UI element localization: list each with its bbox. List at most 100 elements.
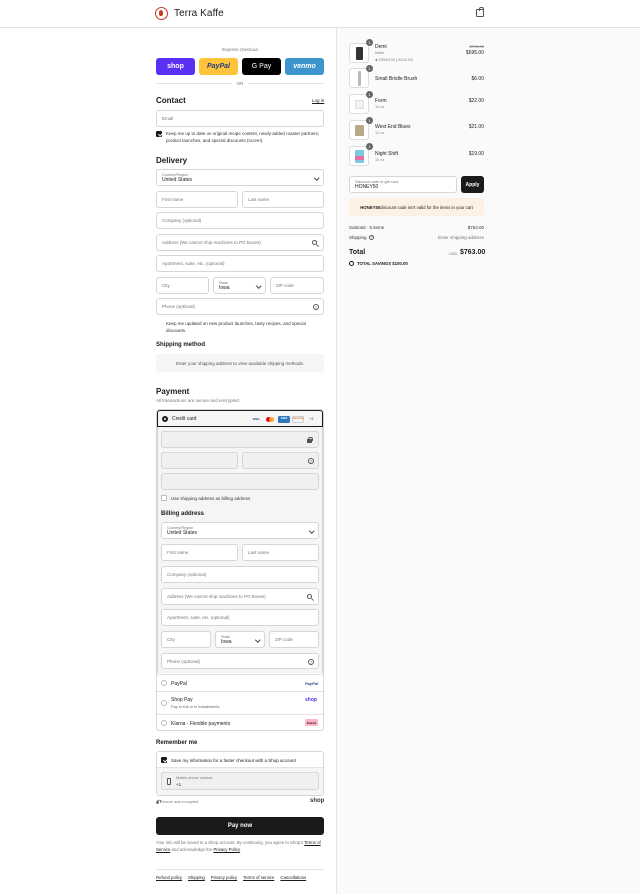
cancellations-link[interactable]: Cancellations: [280, 875, 306, 880]
credit-card-option[interactable]: Credit card VISA AMEX DISCOVER +4: [157, 410, 323, 427]
billing-phone-field[interactable]: Phone (optional)?: [161, 653, 319, 669]
divider: [156, 83, 232, 84]
shop-footer-logo-icon: shop: [310, 798, 325, 804]
email-field[interactable]: Email: [156, 110, 324, 127]
billing-address-heading: Billing address: [161, 511, 205, 517]
item-variant: 10 oz: [375, 105, 385, 109]
paypal-radio[interactable]: [161, 680, 167, 686]
apply-discount-button[interactable]: Apply: [461, 176, 484, 193]
product-thumbnail: [349, 43, 369, 63]
help-icon[interactable]: ?: [308, 458, 314, 464]
first-name-field[interactable]: First name: [156, 191, 238, 208]
privacy-policy-link[interactable]: Privacy policy: [211, 875, 237, 880]
billing-first-name-field[interactable]: First name: [161, 544, 238, 561]
klarna-logo-icon: Klarna: [305, 719, 318, 726]
name-on-card-field[interactable]: [161, 473, 319, 490]
shop-pay-option[interactable]: Shop Pay Pay in full or in installments …: [157, 691, 323, 714]
item-price: $22.00: [468, 98, 484, 104]
brand-logo-icon[interactable]: [155, 7, 168, 20]
item-price: $19.00: [468, 151, 484, 157]
save-info-row: Save my information for a faster checkou…: [157, 752, 323, 768]
marketing-text: Keep me up to date on original recipe co…: [166, 131, 320, 143]
subtotal-value: $763.00: [467, 225, 484, 230]
legal-text: Your info will be saved to a Shop accoun…: [156, 840, 321, 852]
billing-city-field[interactable]: City: [161, 631, 211, 648]
product-thumbnail: [349, 146, 369, 166]
company-field[interactable]: Company (optional): [156, 212, 324, 229]
item-name: West End Blues: [375, 124, 411, 130]
billing-country-select[interactable]: Country/Region United States: [161, 522, 319, 539]
shipping-label: Shipping: [349, 235, 367, 240]
shipping-notice: Enter your shipping address to view avai…: [156, 354, 324, 372]
shipping-value: Enter shipping address: [437, 235, 484, 240]
secure-text: Secure and encrypted: [161, 800, 199, 804]
country-select[interactable]: Country/Region United States: [156, 169, 324, 186]
contact-heading: Contact: [156, 96, 186, 105]
zip-field[interactable]: ZIP code: [270, 277, 324, 294]
shop-pay-label: Shop Pay: [171, 697, 193, 703]
klarna-option[interactable]: Klarna - Flexible payments Klarna: [157, 714, 323, 730]
divider: [248, 83, 324, 84]
express-checkout-title: Express checkout: [222, 47, 258, 52]
shopping-bag-icon[interactable]: [476, 7, 484, 17]
discount-code-field[interactable]: Discount code or gift card HONEY50: [349, 176, 457, 193]
privacy-link[interactable]: Privacy Policy: [213, 847, 239, 852]
help-icon[interactable]: ?: [308, 659, 314, 665]
shipping-link[interactable]: Shipping: [188, 875, 205, 880]
login-link[interactable]: Log in: [312, 98, 324, 103]
item-variant: 10 oz: [375, 158, 385, 162]
save-info-label: Save my information for a faster checkou…: [171, 757, 296, 763]
chevron-down-icon: [308, 528, 314, 534]
brand-name[interactable]: Terra Kaffe: [174, 8, 224, 19]
klarna-radio[interactable]: [161, 720, 167, 726]
total-value: $763.00: [460, 249, 486, 256]
apartment-field[interactable]: Apartment, suite, etc. (optional): [156, 255, 324, 272]
billing-state-select[interactable]: State Iowa: [215, 631, 265, 648]
billing-company-field[interactable]: Company (optional): [161, 566, 319, 583]
pay-now-button[interactable]: Pay now: [156, 817, 324, 835]
phone-field[interactable]: Phone (optional)?: [156, 298, 324, 315]
city-field[interactable]: City: [156, 277, 209, 294]
marketing-checkbox[interactable]: [156, 131, 162, 137]
lock-icon: [307, 436, 313, 443]
billing-address-field[interactable]: Address (We cannot ship machines to PO B…: [161, 588, 319, 605]
shop-pay-express-button[interactable]: shop: [156, 58, 195, 75]
search-icon: [307, 594, 312, 599]
terms-of-service-link[interactable]: Terms of service: [243, 875, 274, 880]
search-icon: [312, 240, 317, 245]
venmo-express-button[interactable]: venmo: [285, 58, 324, 75]
state-select[interactable]: State Iowa: [213, 277, 266, 294]
expiration-field[interactable]: [161, 452, 238, 469]
help-icon[interactable]: ?: [313, 304, 319, 310]
paypal-express-button[interactable]: PayPal: [199, 58, 238, 75]
paypal-option[interactable]: PayPal PayPal: [157, 674, 323, 691]
save-info-checkbox[interactable]: [161, 757, 167, 763]
chevron-down-icon: [254, 637, 260, 643]
or-divider-label: OR: [236, 81, 244, 86]
quantity-badge: 1: [366, 39, 373, 46]
item-discount: ◈ DEMI100 (-$100.00): [375, 58, 414, 62]
mobile-phone-field[interactable]: Mobile phone number +1: [161, 772, 319, 790]
billing-zip-field[interactable]: ZIP code: [269, 631, 319, 648]
payment-subtitle: All transactions are secure and encrypte…: [156, 398, 241, 403]
header: Terra Kaffe: [0, 0, 640, 28]
card-number-field[interactable]: [161, 431, 319, 448]
credit-card-radio[interactable]: [162, 415, 168, 422]
address-field[interactable]: Address (We cannot ship machines to PO B…: [156, 234, 324, 251]
chevron-down-icon: [255, 283, 261, 289]
billing-last-name-field[interactable]: Last name: [242, 544, 319, 561]
billing-apartment-field[interactable]: Apartment, suite, etc. (optional): [161, 609, 319, 626]
product-thumbnail: [349, 120, 369, 140]
divider: [156, 869, 324, 870]
last-name-field[interactable]: Last name: [242, 191, 324, 208]
shop-pay-radio[interactable]: [161, 700, 167, 706]
billing-same-checkbox[interactable]: [161, 495, 167, 501]
credit-card-label: Credit card: [172, 416, 197, 422]
payment-heading: Payment: [156, 387, 190, 396]
security-code-field[interactable]: ?: [242, 452, 319, 469]
help-icon[interactable]: ?: [369, 234, 374, 240]
google-pay-express-button[interactable]: G Pay: [242, 58, 281, 75]
quantity-badge: 1: [366, 143, 373, 150]
total-savings: TOTAL SAVINGS $100.00: [357, 261, 408, 266]
refund-policy-link[interactable]: Refund policy: [156, 875, 182, 880]
